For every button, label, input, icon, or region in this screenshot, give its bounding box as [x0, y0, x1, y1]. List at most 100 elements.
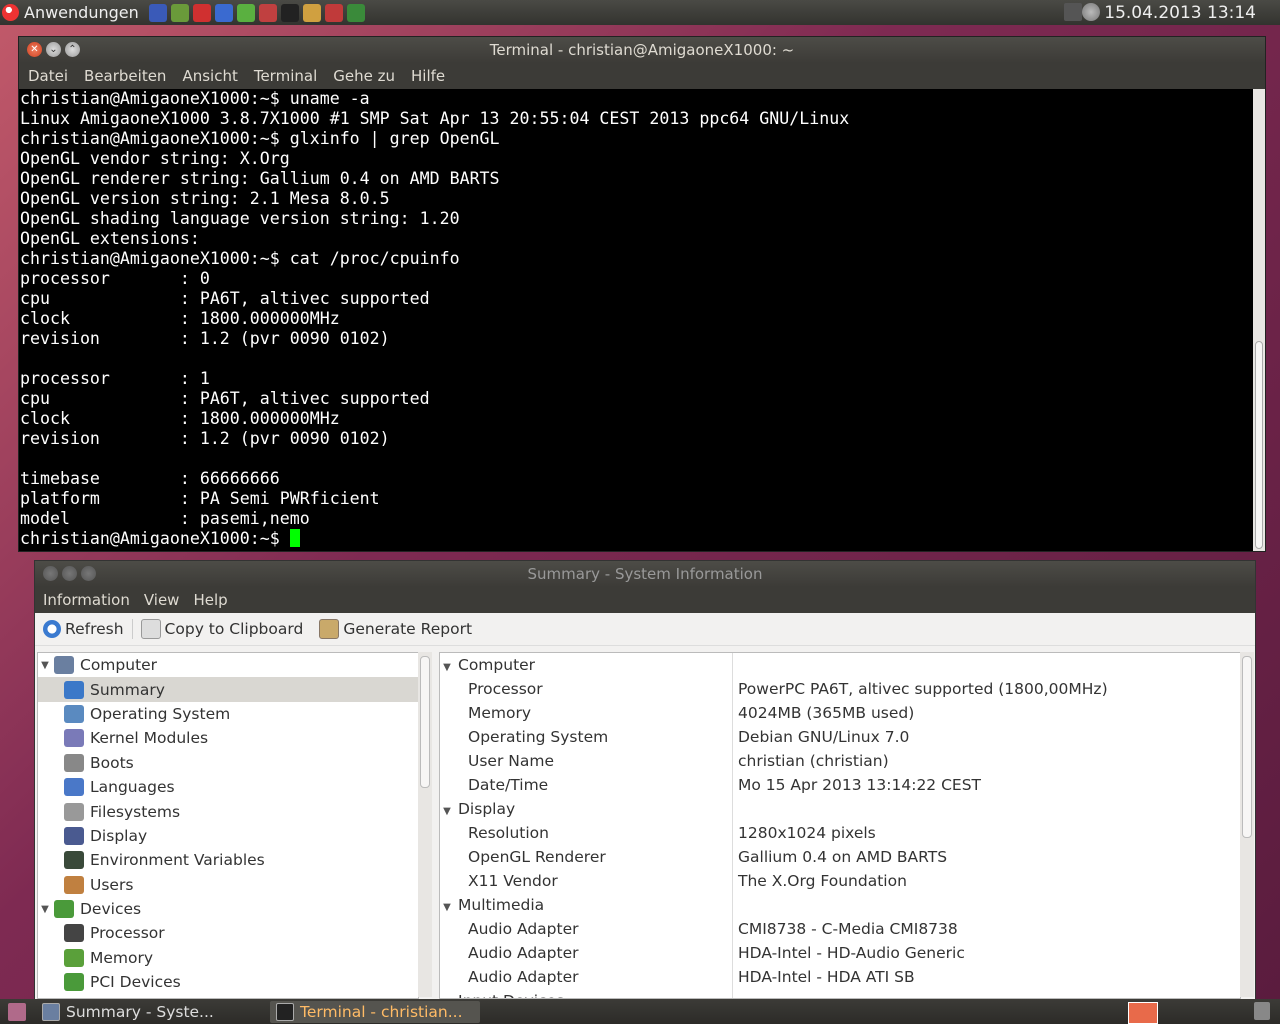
mail-icon[interactable] [192, 3, 211, 22]
tree-scrollbar-thumb[interactable] [420, 656, 430, 788]
terminal-line: revision : 1.2 (pvr 0090 0102) [20, 429, 390, 448]
details-row[interactable]: Memory 4024MB (365MB used) [440, 701, 1240, 725]
tree-item-label: Boots [90, 753, 134, 772]
terminal-scrollbar-thumb[interactable] [1255, 341, 1263, 549]
bluetooth-icon[interactable] [214, 3, 233, 22]
terminal-scrollbar[interactable] [1253, 89, 1265, 551]
expander-open-icon[interactable]: ▼ [440, 662, 454, 673]
tree-item-languages[interactable]: Languages [38, 775, 418, 799]
expander-open-icon[interactable]: ▼ [38, 904, 52, 915]
tree-item-label: Processor [90, 924, 165, 943]
taskbar-item[interactable]: Terminal - christian... [270, 1000, 480, 1023]
details-group-row[interactable]: ▼ Multimedia [440, 893, 1240, 917]
details-row[interactable]: X11 Vendor The X.Org Foundation [440, 869, 1240, 893]
details-row[interactable]: Processor PowerPC PA6T, altivec supported… [440, 677, 1240, 701]
details-value: HDA-Intel - HDA ATI SB [738, 968, 915, 986]
tree-item-operating-system[interactable]: Operating System [38, 702, 418, 726]
docs-icon[interactable] [346, 3, 365, 22]
tree-item-computer[interactable]: ▼ Computer [38, 653, 418, 677]
details-value: Gallium 0.4 on AMD BARTS [738, 848, 948, 866]
pane-splitter[interactable] [434, 652, 438, 997]
menu-terminal[interactable]: Terminal [246, 67, 325, 85]
tree-item-users[interactable]: Users [38, 873, 418, 897]
terminal-line: platform : PA Semi PWRficient [20, 489, 380, 508]
tree-item-kernel-modules[interactable]: Kernel Modules [38, 726, 418, 750]
terminal-prompt-line[interactable]: christian@AmigaoneX1000:~$ [20, 529, 1253, 549]
copy-to-clipboard-button[interactable]: Copy to Clipboard [133, 619, 312, 639]
menu-hilfe[interactable]: Hilfe [403, 67, 453, 85]
menu-ansicht[interactable]: Ansicht [174, 67, 245, 85]
tree-item-pci-devices[interactable]: PCI Devices [38, 970, 418, 994]
tree-scrollbar[interactable] [418, 652, 432, 997]
details-row[interactable]: Date/Time Mo 15 Apr 2013 13:14:22 CEST [440, 773, 1240, 797]
details-row[interactable]: OpenGL Renderer Gallium 0.4 on AMD BARTS [440, 845, 1240, 869]
tree-item-display[interactable]: Display [38, 824, 418, 848]
taskbar-item[interactable]: Summary - Syste... [36, 1001, 270, 1023]
menu-view[interactable]: View [137, 591, 187, 609]
trash-icon[interactable] [1254, 1002, 1270, 1020]
network-tray-icon[interactable] [1064, 3, 1082, 21]
menu-datei[interactable]: Datei [20, 67, 76, 85]
applications-menu[interactable]: Anwendungen [2, 3, 139, 22]
details-value: HDA-Intel - HD-Audio Generic [738, 944, 965, 962]
tree-item-environment-variables[interactable]: Environment Variables [38, 848, 418, 872]
details-row[interactable]: Operating System Debian GNU/Linux 7.0 [440, 725, 1240, 749]
expander-open-icon[interactable]: ▼ [38, 660, 52, 671]
volume-tray-icon[interactable] [1082, 3, 1100, 21]
tree-item-label: Display [90, 826, 148, 845]
terminal-menubar: Datei Bearbeiten Ansicht Terminal Gehe zu Hil… [19, 63, 1265, 89]
menu-help[interactable]: Help [186, 591, 234, 609]
tree-item-summary[interactable]: Summary [38, 677, 418, 702]
details-row[interactable]: Audio Adapter HDA-Intel - HDA ATI SB [440, 965, 1240, 989]
details-key-label: Audio Adapter [468, 968, 579, 986]
sysinfo-titlebar[interactable]: Summary - System Information [35, 561, 1255, 587]
details-key: Date/Time [440, 776, 732, 794]
tree-item-processor[interactable]: Processor [38, 921, 418, 945]
details-row[interactable]: User Name christian (christian) [440, 749, 1240, 773]
network-icon[interactable] [170, 3, 189, 22]
top-panel: Anwendungen 15.04.2013 13:14 [0, 0, 1280, 25]
browser-icon[interactable] [148, 3, 167, 22]
tree-item-devices[interactable]: ▼ Devices [38, 897, 418, 921]
show-desktop-icon[interactable] [8, 1002, 26, 1021]
details-value: PowerPC PA6T, altivec supported (1800,00… [738, 680, 1108, 698]
menu-gehe-zu[interactable]: Gehe zu [325, 67, 403, 85]
terminal-icon[interactable] [280, 3, 299, 22]
terminal-line: christian@AmigaoneX1000:~$ cat /proc/cpu… [20, 249, 460, 268]
terminal-line: revision : 1.2 (pvr 0090 0102) [20, 329, 390, 348]
tree-item-boots[interactable]: Boots [38, 751, 418, 775]
details-group-row[interactable]: ▼ Computer [440, 653, 1240, 677]
details-row[interactable]: Audio Adapter CMI8738 - C-Media CMI8738 [440, 917, 1240, 941]
terminal-line: cpu : PA6T, altivec supported [20, 389, 430, 408]
column-divider [732, 653, 733, 998]
blender-icon[interactable] [258, 3, 277, 22]
details-group-row[interactable]: ▼Input Devices [440, 989, 1240, 998]
terminal-titlebar[interactable]: ✕ ⌄ ⌃ Terminal - christian@AmigaoneX1000… [19, 37, 1265, 63]
details-row[interactable]: Audio Adapter HDA-Intel - HD-Audio Generi… [440, 941, 1240, 965]
expander-open-icon[interactable]: ▼ [440, 902, 454, 913]
tree-item-label: Computer [80, 656, 158, 675]
details-key-label: Date/Time [468, 776, 549, 794]
details-group-row[interactable]: ▼ Display [440, 797, 1240, 821]
clock[interactable]: 15.04.2013 13:14 [1104, 3, 1256, 23]
workspace-switcher[interactable] [1128, 1002, 1158, 1024]
menu-bearbeiten[interactable]: Bearbeiten [76, 67, 174, 85]
details-scrollbar-thumb[interactable] [1242, 656, 1252, 838]
tree-item-filesystems[interactable]: Filesystems [38, 799, 418, 823]
files-icon[interactable] [302, 3, 321, 22]
details-row[interactable]: Resolution 1280x1024 pixels [440, 821, 1240, 845]
menu-information[interactable]: Information [36, 591, 137, 609]
terminal-output[interactable]: christian@AmigaoneX1000:~$ uname -a Linux… [19, 89, 1253, 551]
taskbar-item-label: Summary - Syste... [66, 1002, 214, 1021]
details-group: ▼ Display [440, 800, 732, 818]
details-scrollbar[interactable] [1240, 652, 1254, 997]
tree-item-memory[interactable]: Memory [38, 946, 418, 970]
package-icon[interactable] [236, 3, 255, 22]
expander-open-icon[interactable]: ▼ [440, 806, 454, 817]
generate-report-button[interactable]: Generate Report [311, 619, 480, 639]
refresh-button[interactable]: Refresh [35, 620, 132, 638]
details-value: CMI8738 - C-Media CMI8738 [738, 920, 958, 938]
terminal-line: clock : 1800.000000MHz [20, 309, 340, 328]
palette-icon[interactable] [324, 3, 343, 22]
terminal-icon [64, 851, 84, 870]
